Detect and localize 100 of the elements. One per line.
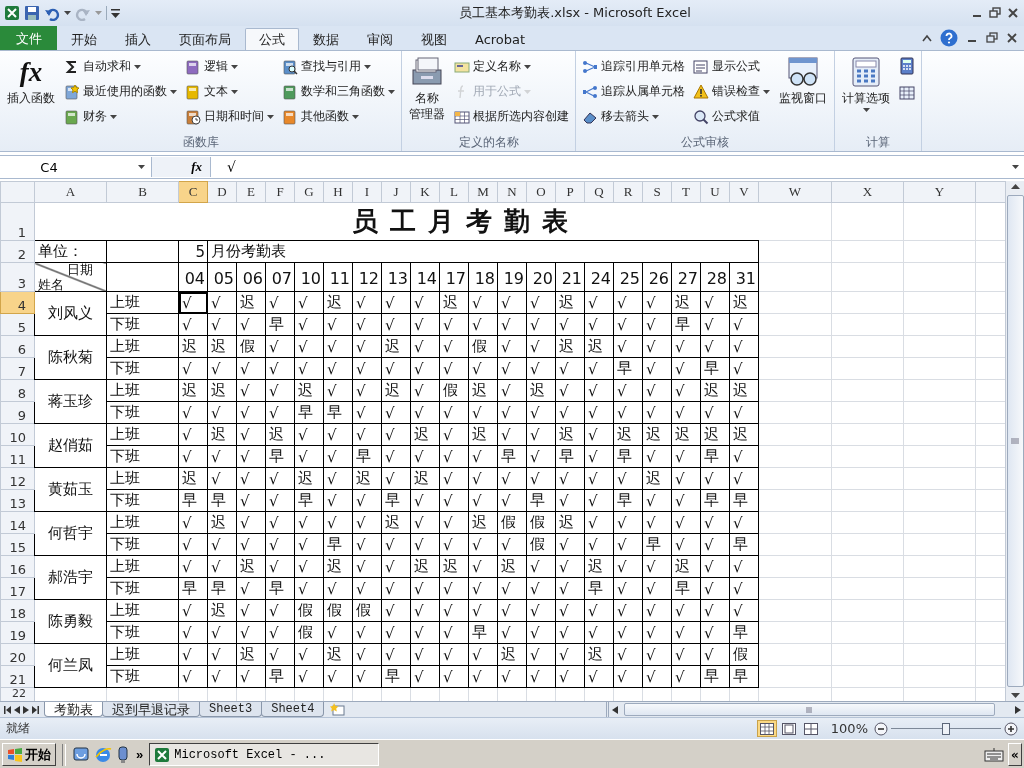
restore-icon[interactable]	[988, 6, 1002, 20]
media-player-icon[interactable]	[116, 745, 130, 764]
more-button[interactable]: »	[134, 747, 146, 762]
row-header[interactable]: 16	[0, 555, 35, 578]
help-icon[interactable]	[940, 29, 958, 47]
column-header[interactable]: Y	[903, 181, 976, 203]
desktop-icon[interactable]	[72, 745, 90, 764]
scroll-right-icon[interactable]	[1015, 705, 1021, 714]
file-tab[interactable]: 文件	[0, 26, 57, 50]
column-header[interactable]: F	[265, 181, 295, 203]
sheet-tab[interactable]: Sheet4	[261, 702, 325, 717]
ribbon-tab[interactable]: 开始	[57, 28, 111, 50]
close-icon[interactable]	[1006, 6, 1020, 20]
column-header[interactable]: B	[106, 181, 179, 203]
row-header[interactable]: 18	[0, 599, 35, 622]
keyboard-icon[interactable]	[984, 747, 1004, 762]
scroll-left-icon[interactable]	[14, 705, 20, 714]
scroll-right-icon[interactable]	[23, 705, 29, 714]
ribbon-button[interactable]: 文本	[182, 79, 277, 104]
row-header[interactable]: 7	[0, 357, 35, 380]
column-header[interactable]: G	[294, 181, 324, 203]
slider-thumb[interactable]	[942, 722, 950, 735]
ribbon-button[interactable]: 财务	[61, 104, 180, 129]
column-header[interactable]: Q	[584, 181, 614, 203]
ribbon-button[interactable]: 根据所选内容创建	[451, 104, 572, 129]
restore-icon[interactable]	[986, 32, 998, 44]
row-header[interactable]: 10	[0, 423, 35, 446]
close-icon[interactable]	[1006, 32, 1018, 44]
column-header[interactable]: X	[831, 181, 904, 203]
row-header[interactable]: 5	[0, 313, 35, 336]
ribbon-tab[interactable]: 数据	[299, 28, 353, 50]
ribbon-button[interactable]: 数学和三角函数	[279, 79, 398, 104]
first-sheet-icon[interactable]	[4, 705, 11, 714]
scroll-left-icon[interactable]	[612, 705, 619, 714]
row-header[interactable]: 9	[0, 401, 35, 424]
row-header[interactable]: 19	[0, 621, 35, 644]
row-header[interactable]: 11	[0, 445, 35, 468]
formula-field[interactable]: √	[210, 157, 1006, 177]
column-header[interactable]: T	[671, 181, 701, 203]
ribbon-tab[interactable]: 公式	[245, 28, 299, 50]
scroll-thumb[interactable]	[624, 703, 995, 716]
row-header[interactable]: 21	[0, 665, 35, 688]
ribbon-button[interactable]: 公式求值	[690, 104, 773, 129]
sheet-tab[interactable]: 迟到早退记录	[102, 702, 200, 717]
row-header[interactable]: 17	[0, 577, 35, 600]
ribbon-button[interactable]: 自动求和	[61, 54, 180, 79]
column-header[interactable]: P	[555, 181, 585, 203]
column-header[interactable]: C	[178, 181, 208, 203]
row-header[interactable]: 20	[0, 643, 35, 666]
column-header[interactable]: U	[700, 181, 730, 203]
column-header[interactable]: O	[526, 181, 556, 203]
column-header[interactable]: A	[34, 181, 107, 203]
column-header[interactable]: J	[381, 181, 411, 203]
zoom-level[interactable]: 100%	[830, 721, 868, 736]
ribbon-tab[interactable]: 视图	[407, 28, 461, 50]
ribbon-button[interactable]: fx 插入函数	[3, 54, 59, 134]
row-header[interactable]: 14	[0, 511, 35, 534]
ribbon-button[interactable]: 查找与引用	[279, 54, 398, 79]
ribbon-button[interactable]: 计算选项	[838, 54, 894, 134]
column-header[interactable]: S	[642, 181, 672, 203]
row-header[interactable]: 15	[0, 533, 35, 556]
ribbon-button[interactable]: 最近使用的函数	[61, 79, 180, 104]
insert-function-icon[interactable]: fx	[191, 159, 202, 175]
ribbon-button[interactable]: 监视窗口	[775, 54, 831, 134]
column-header[interactable]: V	[729, 181, 759, 203]
column-header[interactable]: N	[497, 181, 527, 203]
column-header[interactable]: H	[323, 181, 353, 203]
ribbon-tab[interactable]: 页面布局	[165, 28, 245, 50]
row-header[interactable]: 6	[0, 335, 35, 358]
save-icon[interactable]	[24, 5, 40, 21]
row-header[interactable]: 13	[0, 489, 35, 512]
ribbon-button[interactable]: 错误检查	[690, 79, 773, 104]
column-header[interactable]: M	[468, 181, 498, 203]
column-header[interactable]: L	[439, 181, 469, 203]
row-header[interactable]: 1	[0, 202, 35, 241]
ribbon-button[interactable]: 其他函数	[279, 104, 398, 129]
column-header[interactable]: R	[613, 181, 643, 203]
column-header[interactable]: D	[207, 181, 237, 203]
ribbon-button[interactable]: 追踪从属单元格	[579, 79, 688, 104]
taskbar-button[interactable]: Microsoft Excel - ...	[149, 743, 380, 766]
ribbon-button[interactable]: 名称 管理器	[405, 54, 449, 134]
customize-icon[interactable]	[111, 8, 120, 18]
ribbon-tab[interactable]: 审阅	[353, 28, 407, 50]
row-header[interactable]: 12	[0, 467, 35, 490]
ribbon-tab[interactable]: 插入	[111, 28, 165, 50]
normal-view-icon[interactable]	[756, 720, 777, 737]
row-header[interactable]: 4	[0, 291, 35, 314]
row-header[interactable]: 8	[0, 379, 35, 402]
ribbon-button[interactable]: 追踪引用单元格	[579, 54, 688, 79]
last-sheet-icon[interactable]	[32, 705, 39, 714]
ribbon-button[interactable]: 逻辑	[182, 54, 277, 79]
sheet-tab[interactable]: Sheet3	[199, 702, 263, 717]
show-tray-button[interactable]: «	[1008, 743, 1022, 766]
start-button[interactable]: 开始	[2, 743, 56, 766]
ribbon-tab[interactable]: Acrobat	[461, 28, 540, 50]
excel-logo-icon[interactable]	[4, 5, 20, 21]
zoom-out-icon[interactable]	[874, 721, 888, 736]
ribbon-button[interactable]: 移去箭头	[579, 104, 688, 129]
ribbon-button[interactable]: 定义名称	[451, 54, 572, 79]
column-header[interactable]: K	[410, 181, 440, 203]
